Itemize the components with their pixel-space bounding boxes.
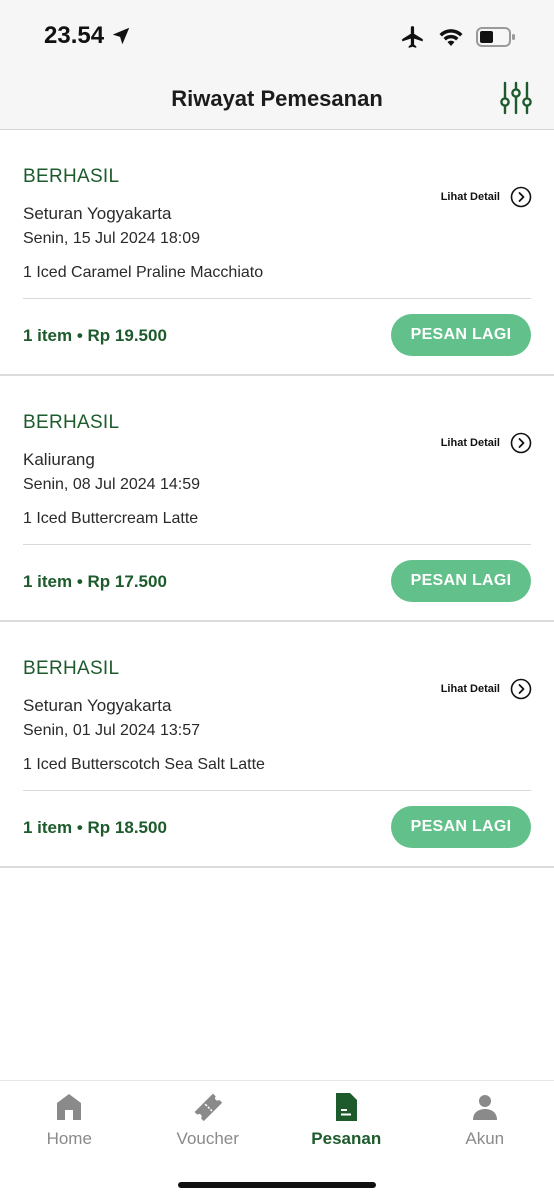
view-detail-label: Lihat Detail bbox=[440, 683, 500, 695]
page-title: Riwayat Pemesanan bbox=[171, 86, 383, 111]
card-divider bbox=[23, 790, 531, 791]
store-name: Seturan Yogyakarta bbox=[23, 696, 172, 715]
chevron-right-circle-icon bbox=[510, 678, 532, 700]
view-detail-link[interactable]: Lihat Detail bbox=[441, 186, 532, 208]
store-name: Kaliurang bbox=[23, 450, 95, 469]
nav-label-pesanan: Pesanan bbox=[311, 1129, 382, 1148]
order-items: 1 Iced Buttercream Latte bbox=[23, 510, 199, 527]
order-summary: 1 item • Rp 17.500 bbox=[23, 572, 167, 591]
order-status: BERHASIL bbox=[23, 658, 120, 679]
chevron-right-circle-icon bbox=[510, 432, 532, 454]
home-indicator bbox=[178, 1182, 376, 1188]
wifi-icon bbox=[439, 29, 463, 46]
order-datetime: Senin, 15 Jul 2024 18:09 bbox=[23, 230, 201, 247]
view-detail-link[interactable]: Lihat Detail bbox=[441, 678, 532, 700]
status-indicators bbox=[400, 24, 516, 50]
order-card: BERHASIL Kaliurang Senin, 08 Jul 2024 14… bbox=[0, 376, 554, 622]
reorder-button[interactable]: PESAN LAGI bbox=[391, 314, 531, 356]
order-card: BERHASIL Seturan Yogyakarta Senin, 15 Ju… bbox=[0, 130, 554, 376]
reorder-button[interactable]: PESAN LAGI bbox=[391, 806, 531, 848]
order-status: BERHASIL bbox=[23, 412, 120, 433]
order-history-screen: 23.54 Riwayat Pemesanan BERHASIL Seturan… bbox=[0, 0, 554, 1200]
order-items: 1 Iced Caramel Praline Macchiato bbox=[23, 264, 264, 281]
order-datetime: Senin, 08 Jul 2024 14:59 bbox=[23, 476, 201, 493]
nav-label-home: Home bbox=[46, 1129, 92, 1148]
sliders-icon bbox=[500, 81, 532, 115]
order-list: BERHASIL Seturan Yogyakarta Senin, 15 Ju… bbox=[0, 130, 554, 868]
nav-label-akun: Akun bbox=[465, 1129, 505, 1148]
top-bar: 23.54 Riwayat Pemesanan bbox=[0, 0, 554, 130]
battery-icon bbox=[476, 27, 515, 47]
order-datetime: Senin, 01 Jul 2024 13:57 bbox=[23, 722, 201, 739]
order-items: 1 Iced Butterscotch Sea Salt Latte bbox=[23, 756, 265, 773]
nav-item-akun[interactable]: Akun bbox=[416, 1081, 554, 1200]
view-detail-label: Lihat Detail bbox=[440, 191, 500, 203]
store-name: Seturan Yogyakarta bbox=[23, 204, 172, 223]
order-summary: 1 item • Rp 19.500 bbox=[23, 326, 167, 345]
airplane-icon bbox=[402, 26, 423, 48]
view-detail-label: Lihat Detail bbox=[440, 437, 500, 449]
document-icon bbox=[336, 1093, 358, 1121]
card-divider bbox=[23, 298, 531, 299]
home-icon bbox=[57, 1094, 82, 1120]
status-time: 23.54 bbox=[44, 22, 132, 50]
filter-button[interactable] bbox=[498, 80, 534, 116]
order-status: BERHASIL bbox=[23, 166, 120, 187]
nav-label-voucher: Voucher bbox=[176, 1129, 239, 1148]
chevron-right-circle-icon bbox=[510, 186, 532, 208]
card-divider bbox=[23, 544, 531, 545]
ticket-icon bbox=[194, 1093, 222, 1122]
order-card: BERHASIL Seturan Yogyakarta Senin, 01 Ju… bbox=[0, 622, 554, 868]
order-summary: 1 item • Rp 18.500 bbox=[23, 818, 167, 837]
reorder-button[interactable]: PESAN LAGI bbox=[391, 560, 531, 602]
view-detail-link[interactable]: Lihat Detail bbox=[441, 432, 532, 454]
location-arrow-icon bbox=[112, 27, 130, 45]
nav-item-home[interactable]: Home bbox=[0, 1081, 139, 1200]
time-text: 23.54 bbox=[44, 22, 105, 49]
person-icon bbox=[472, 1095, 497, 1120]
